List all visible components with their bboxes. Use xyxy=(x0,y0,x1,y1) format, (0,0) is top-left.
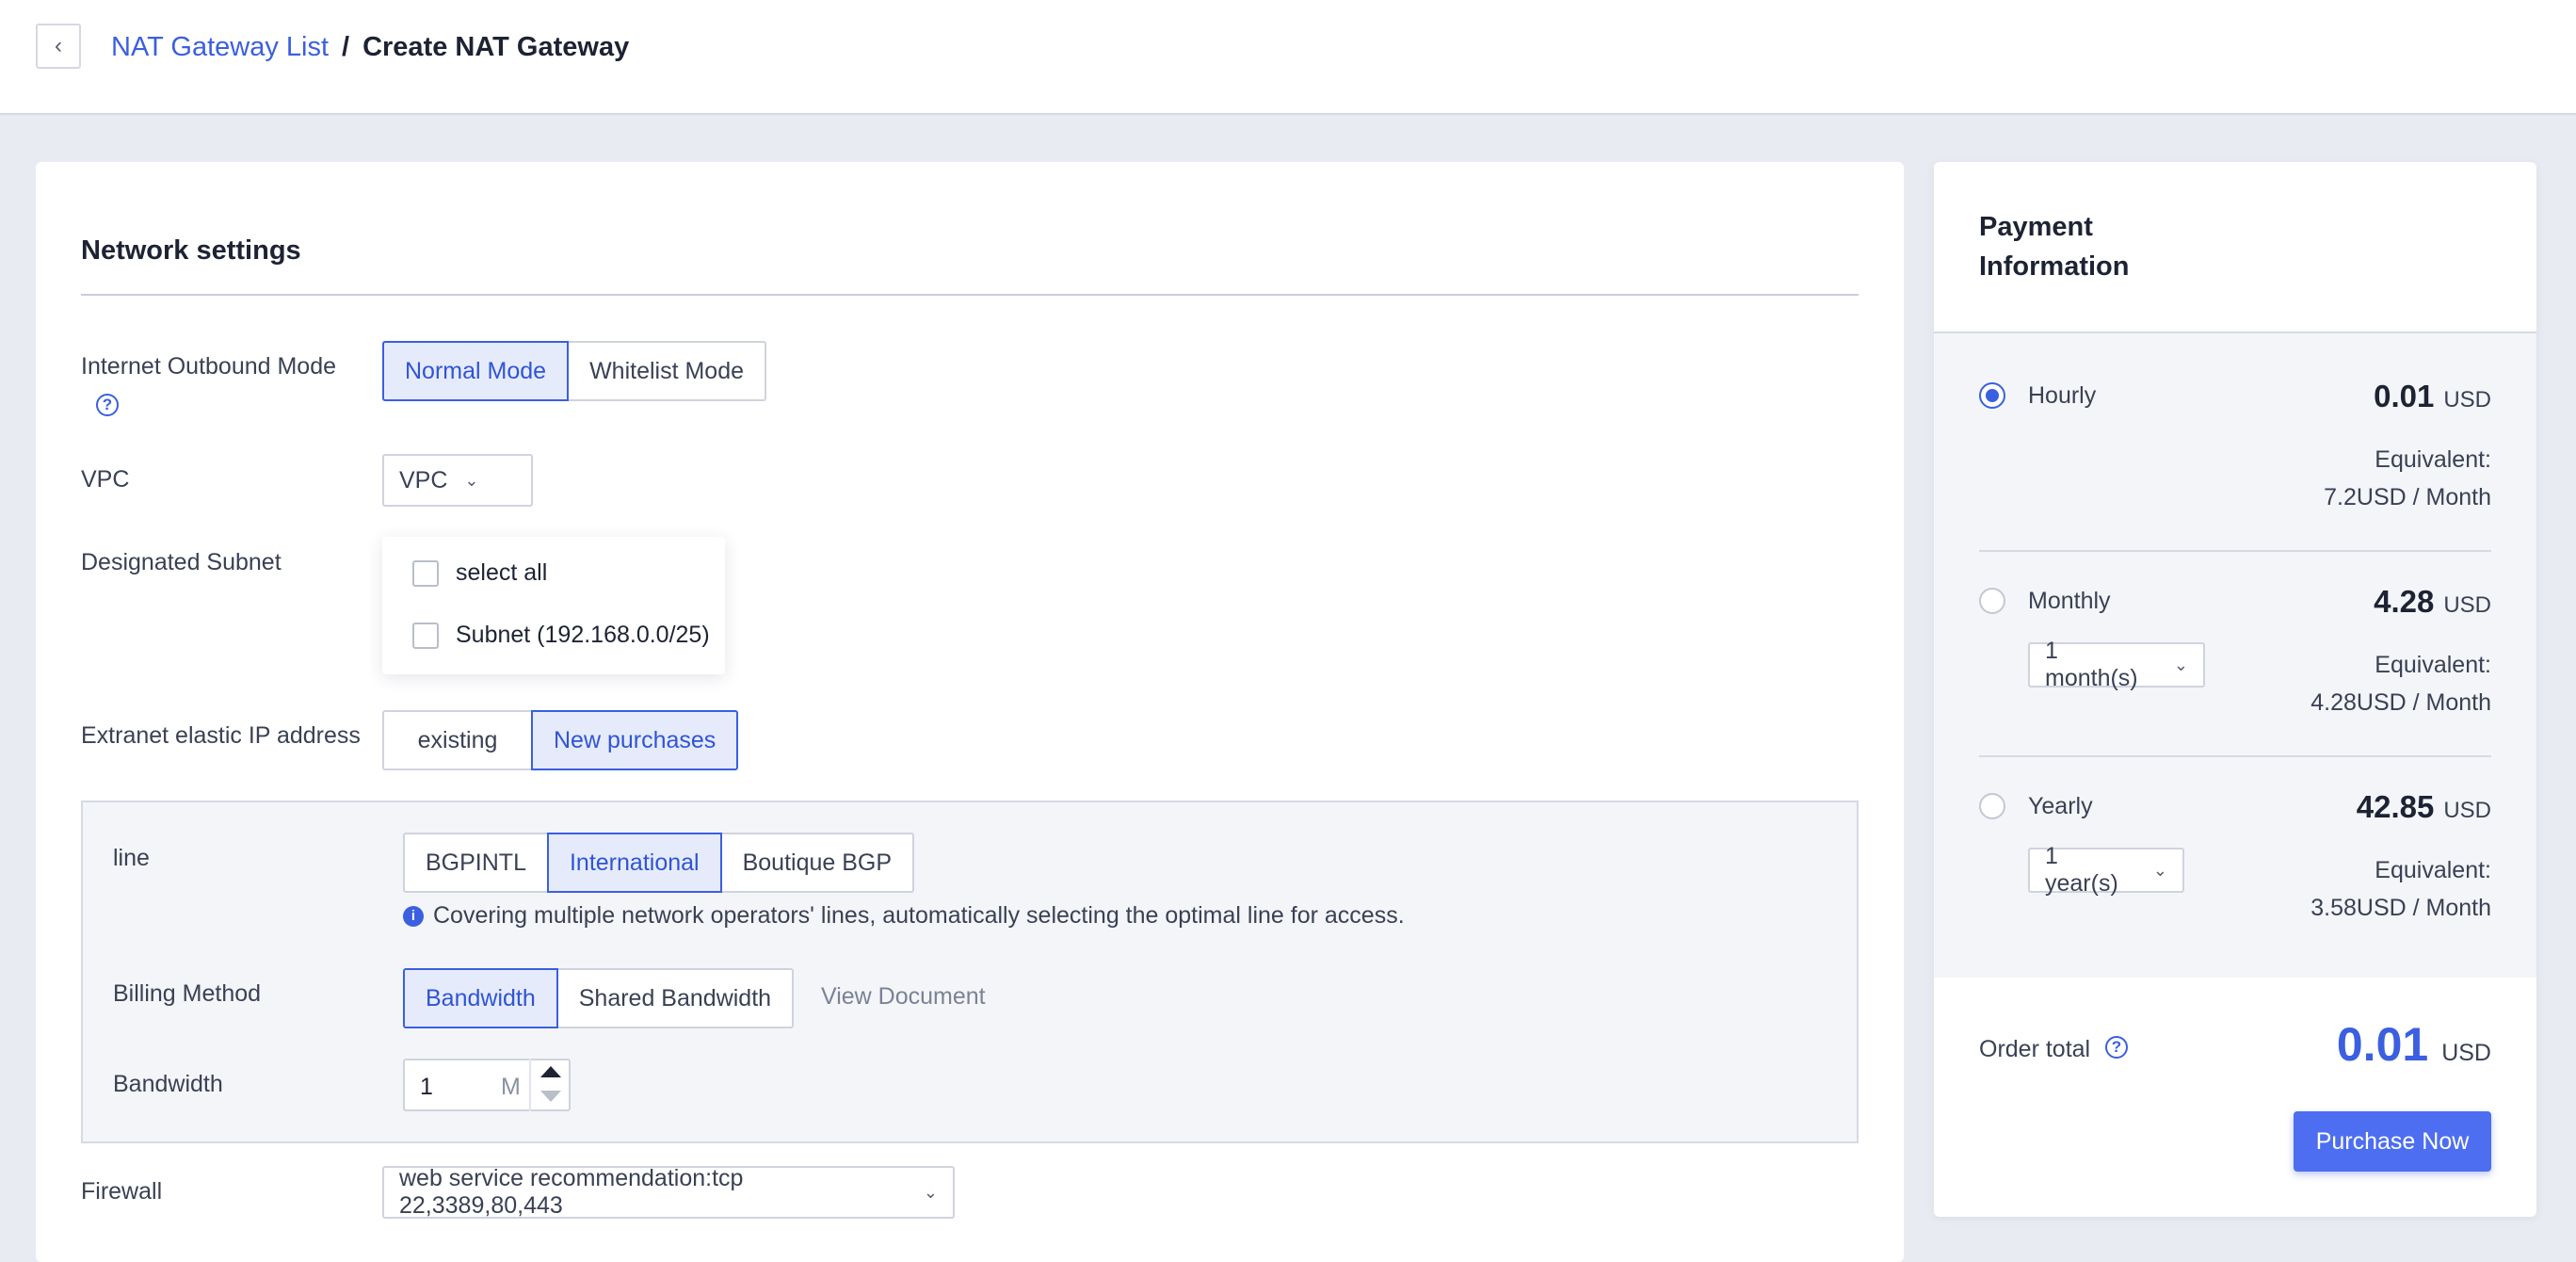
monthly-price-value: 4.28 xyxy=(2374,584,2435,619)
yearly-price-currency: USD xyxy=(2443,798,2491,823)
back-button[interactable]: ‹ xyxy=(36,24,81,69)
subnet-checkbox[interactable] xyxy=(412,622,439,649)
monthly-equivalent: Equivalent: 4.28USD / Month xyxy=(2310,646,2491,721)
subnet-label: Designated Subnet xyxy=(81,549,282,575)
hourly-price-value: 0.01 xyxy=(2374,379,2435,413)
yearly-radio[interactable] xyxy=(1979,793,2005,819)
line-bgpintl-button[interactable]: BGPINTL xyxy=(403,833,549,893)
vpc-select-value: VPC xyxy=(399,466,448,493)
monthly-duration-select[interactable]: 1 month(s) ⌄ xyxy=(2028,638,2205,691)
breadcrumb: NAT Gateway List / Create NAT Gateway xyxy=(111,28,629,66)
billing-shared-bandwidth-button[interactable]: Shared Bandwidth xyxy=(555,968,795,1028)
chevron-down-icon: ⌄ xyxy=(2152,860,2167,880)
hourly-equivalent-label: Equivalent: xyxy=(2375,446,2491,473)
monthly-price-currency: USD xyxy=(2443,592,2491,618)
yearly-equivalent: Equivalent: 3.58USD / Month xyxy=(2310,851,2491,927)
eip-config-panel xyxy=(81,801,1859,1143)
yearly-price-value: 42.85 xyxy=(2356,789,2435,824)
hourly-label: Hourly xyxy=(2028,382,2097,409)
section-title: Network settings xyxy=(81,235,301,266)
purchase-now-button[interactable]: Purchase Now xyxy=(2294,1111,2491,1172)
top-bar: ‹ NAT Gateway List / Create NAT Gateway xyxy=(0,0,2576,115)
order-total-value: 0.01 xyxy=(2336,1018,2429,1071)
option-divider xyxy=(1979,550,2491,552)
breadcrumb-nat-gateway-list[interactable]: NAT Gateway List xyxy=(111,28,329,66)
monthly-duration-value: 1 month(s) xyxy=(2045,638,2138,691)
line-toggle: BGPINTL International Boutique BGP xyxy=(403,833,915,893)
bandwidth-stepper[interactable] xyxy=(529,1059,571,1111)
order-total: 0.01 USD xyxy=(2337,1017,2491,1072)
vpc-select[interactable]: VPC ⌄ xyxy=(382,454,533,507)
subnet-option-label: Subnet (192.168.0.0/25) xyxy=(456,622,710,648)
firewall-select-value: web service recommendation:tcp 22,3389,8… xyxy=(399,1165,744,1219)
chevron-down-icon: ⌄ xyxy=(923,1182,938,1202)
vpc-label: VPC xyxy=(81,466,130,493)
yearly-label: Yearly xyxy=(2028,793,2093,819)
option-divider xyxy=(1979,755,2491,757)
whitelist-mode-button[interactable]: Whitelist Mode xyxy=(567,341,767,401)
order-total-currency: USD xyxy=(2441,1040,2491,1066)
payment-title-line1: Payment xyxy=(1979,212,2093,242)
question-circle-icon[interactable]: ? xyxy=(96,394,119,416)
increment-icon[interactable] xyxy=(540,1066,561,1077)
outbound-mode-label: Internet Outbound Mode xyxy=(81,353,337,380)
monthly-radio[interactable] xyxy=(1979,588,2005,614)
line-international-button[interactable]: International xyxy=(546,833,722,893)
subnet-dropdown: select all Subnet (192.168.0.0/25) xyxy=(382,537,725,674)
decrement-icon[interactable] xyxy=(540,1091,561,1102)
line-boutique-bgp-button[interactable]: Boutique BGP xyxy=(719,833,915,893)
monthly-price: 4.28 USD xyxy=(2374,584,2491,620)
billing-method-toggle: Bandwidth Shared Bandwidth xyxy=(403,968,795,1028)
existing-eip-button[interactable]: existing xyxy=(382,710,533,770)
yearly-equivalent-value: 3.58USD / Month xyxy=(2310,895,2491,921)
payment-card: Payment Information Hourly 0.01 USD Equi… xyxy=(1934,162,2536,1217)
yearly-equivalent-label: Equivalent: xyxy=(2375,857,2491,883)
payment-title-line2: Information xyxy=(1979,251,2130,282)
billing-bandwidth-button[interactable]: Bandwidth xyxy=(403,968,558,1028)
new-purchases-button[interactable]: New purchases xyxy=(531,710,739,770)
yearly-duration-select[interactable]: 1 year(s) ⌄ xyxy=(2028,843,2184,897)
payment-options: Hourly 0.01 USD Equivalent: 7.2USD / Mon… xyxy=(1934,332,2536,978)
info-circle-icon: i xyxy=(403,905,424,927)
payment-title: Payment Information xyxy=(1979,207,2205,286)
firewall-label: Firewall xyxy=(81,1178,163,1205)
select-all-checkbox[interactable] xyxy=(412,559,439,587)
bandwidth-label: Bandwidth xyxy=(113,1071,223,1097)
page-title: Create NAT Gateway xyxy=(362,32,630,62)
hourly-equivalent-value: 7.2USD / Month xyxy=(2324,484,2491,510)
hourly-equivalent: Equivalent: 7.2USD / Month xyxy=(2324,441,2491,516)
view-document-link[interactable]: View Document xyxy=(821,983,986,1011)
line-info-text: Covering multiple network operators' lin… xyxy=(433,902,1405,929)
hourly-price-currency: USD xyxy=(2443,387,2491,413)
monthly-equivalent-value: 4.28USD / Month xyxy=(2310,689,2491,716)
eip-label: Extranet elastic IP address xyxy=(81,722,361,749)
select-all-label: select all xyxy=(456,559,548,586)
section-divider xyxy=(81,294,1859,296)
order-total-label: Order total xyxy=(1979,1036,2091,1062)
bandwidth-unit: M xyxy=(501,1074,521,1100)
firewall-select[interactable]: web service recommendation:tcp 22,3389,8… xyxy=(382,1165,955,1219)
monthly-equivalent-label: Equivalent: xyxy=(2375,652,2491,678)
billing-method-label: Billing Method xyxy=(113,980,262,1007)
chevron-down-icon: ⌄ xyxy=(464,470,479,490)
subnet-option-select-all[interactable]: select all xyxy=(412,559,547,587)
bandwidth-value: 1 xyxy=(420,1074,433,1100)
normal-mode-button[interactable]: Normal Mode xyxy=(382,341,570,401)
chevron-down-icon: ⌄ xyxy=(2173,655,2188,674)
network-settings-card: Network settings Internet Outbound Mode … xyxy=(36,162,1904,1262)
outbound-mode-toggle: Normal Mode Whitelist Mode xyxy=(382,341,767,401)
subnet-option[interactable]: Subnet (192.168.0.0/25) xyxy=(412,622,710,649)
hourly-price: 0.01 USD xyxy=(2374,379,2491,414)
yearly-price: 42.85 USD xyxy=(2357,789,2491,825)
question-circle-icon[interactable]: ? xyxy=(2105,1036,2128,1059)
hourly-radio[interactable] xyxy=(1979,382,2005,409)
breadcrumb-separator: / xyxy=(342,32,350,62)
chevron-left-icon: ‹ xyxy=(55,33,62,58)
line-info: i Covering multiple network operators' l… xyxy=(403,902,1405,930)
yearly-duration-value: 1 year(s) xyxy=(2045,843,2118,897)
monthly-label: Monthly xyxy=(2028,588,2111,614)
line-label: line xyxy=(113,845,150,871)
eip-toggle: existing New purchases xyxy=(382,710,739,770)
